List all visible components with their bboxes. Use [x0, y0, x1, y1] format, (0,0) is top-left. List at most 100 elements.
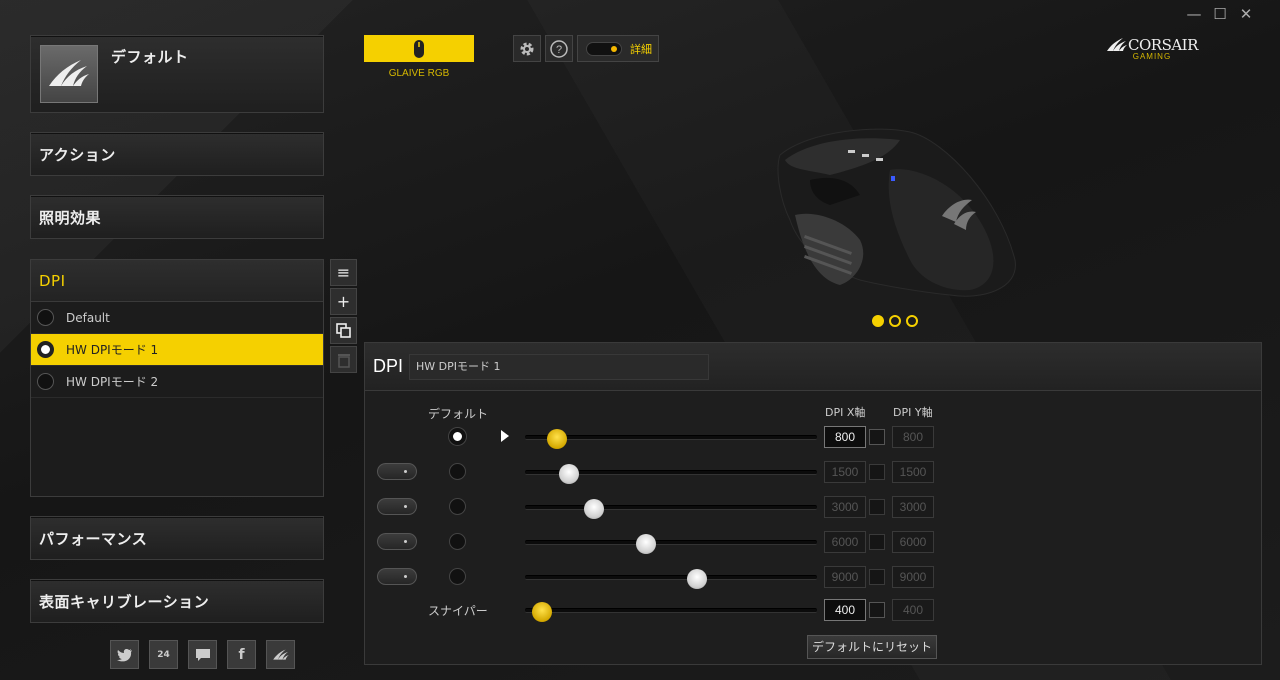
stage-y-value[interactable]: 1500 — [892, 461, 934, 483]
section-performance-label: パフォーマンス — [39, 529, 148, 548]
device-tile[interactable] — [364, 35, 474, 62]
active-stage-arrow-icon — [501, 430, 509, 442]
stage-dpi-slider[interactable] — [525, 569, 817, 589]
mode-name-field[interactable]: HW DPIモード 1 — [409, 353, 710, 380]
stage-x-value[interactable]: 9000 — [824, 566, 866, 588]
stage-x-value[interactable]: 800 — [824, 426, 866, 448]
close-icon[interactable]: ✕ — [1238, 6, 1254, 22]
dpi-x-column-label: DPI X軸 — [825, 406, 866, 419]
dpi-mode-item[interactable]: HW DPIモード 2 — [31, 366, 323, 398]
twitter-icon[interactable] — [110, 640, 139, 669]
stage-dpi-slider[interactable] — [525, 534, 817, 554]
corsair-sails-icon[interactable] — [266, 640, 295, 669]
help-icon: ? — [550, 39, 568, 58]
section-actions-label: アクション — [39, 145, 116, 164]
stage-x-value[interactable]: 3000 — [824, 496, 866, 518]
section-performance[interactable]: パフォーマンス — [30, 516, 324, 560]
stage-link-checkbox[interactable] — [869, 569, 885, 585]
dpi-stage-row: 9000 9000 — [365, 566, 1263, 589]
carousel-dot[interactable] — [872, 315, 884, 327]
section-calibration[interactable]: 表面キャリブレーション — [30, 579, 324, 623]
stage-link-checkbox[interactable] — [869, 499, 885, 515]
stage-slider-knob[interactable] — [687, 569, 708, 589]
stage-y-value[interactable]: 6000 — [892, 531, 934, 553]
minimize-icon[interactable]: — — [1186, 6, 1202, 22]
dpi-mode-item[interactable]: HW DPIモード 1 — [31, 334, 323, 366]
dpi-mode-tools: ≡ + — [330, 259, 357, 373]
stage-link-checkbox[interactable] — [869, 464, 885, 480]
stage-dpi-slider[interactable] — [525, 464, 817, 484]
section-dpi-header[interactable]: DPI — [31, 260, 323, 302]
social-links: 24 f — [110, 640, 295, 669]
section-actions[interactable]: アクション — [30, 132, 324, 176]
details-toggle[interactable]: 詳細 — [577, 35, 659, 62]
sniper-link-checkbox[interactable] — [869, 602, 885, 618]
add-icon[interactable]: + — [330, 288, 357, 315]
profile-name: デフォルト — [111, 48, 189, 66]
radio-icon[interactable] — [37, 341, 54, 358]
dpi-mode-label: Default — [66, 310, 110, 325]
dpi-mode-label: HW DPIモード 1 — [66, 343, 159, 357]
sniper-slider[interactable] — [525, 602, 817, 622]
stage-slider-knob[interactable] — [584, 499, 605, 519]
dpi-mode-list: Default HW DPIモード 1 HW DPIモード 2 — [31, 302, 323, 398]
stage-default-radio[interactable] — [449, 428, 466, 445]
corsair-sails-icon — [49, 60, 89, 86]
stage-default-radio[interactable] — [449, 463, 466, 480]
stage-default-radio[interactable] — [449, 498, 466, 515]
stage-slider-knob[interactable] — [546, 429, 567, 449]
stage-enable-toggle[interactable] — [377, 568, 417, 585]
stage-x-value[interactable]: 1500 — [824, 461, 866, 483]
mouse-image — [777, 128, 1016, 297]
corsair-sails-icon — [1107, 38, 1127, 51]
stage-y-value[interactable]: 3000 — [892, 496, 934, 518]
facebook-icon[interactable]: f — [227, 640, 256, 669]
radio-icon[interactable] — [37, 373, 54, 390]
stage-slider-knob[interactable] — [635, 534, 656, 554]
menu-icon[interactable]: ≡ — [330, 259, 357, 286]
stage-link-checkbox[interactable] — [869, 534, 885, 550]
details-label: 詳細 — [630, 42, 652, 56]
stage-enable-toggle[interactable] — [377, 533, 417, 550]
stage-enable-toggle[interactable] — [377, 463, 417, 480]
dpi-stage-row: 800 800 — [365, 426, 1263, 449]
stage-y-value[interactable]: 9000 — [892, 566, 934, 588]
brand-sub: GAMING — [1132, 52, 1172, 61]
stage-x-value[interactable]: 6000 — [824, 531, 866, 553]
toggle-switch — [586, 41, 622, 56]
stage-slider-knob[interactable] — [558, 464, 579, 484]
duplicate-icon[interactable] — [330, 317, 357, 344]
dpi-mode-item[interactable]: Default — [31, 302, 323, 334]
stage-dpi-slider[interactable] — [525, 429, 817, 449]
reset-default-button[interactable]: デフォルトにリセット — [807, 635, 937, 659]
profile-panel[interactable]: デフォルト — [30, 35, 324, 113]
dpi-y-column-label: DPI Y軸 — [893, 406, 933, 419]
sniper-y-value[interactable]: 400 — [892, 599, 934, 621]
stage-dpi-slider[interactable] — [525, 499, 817, 519]
mouse-device-icon — [414, 39, 424, 58]
maximize-icon[interactable]: ☐ — [1212, 6, 1228, 22]
carousel-dot[interactable] — [906, 315, 918, 327]
sniper-row: 400 400 — [365, 599, 1263, 622]
support-24-icon[interactable]: 24 — [149, 640, 178, 669]
profile-logo — [40, 45, 98, 103]
stage-y-value[interactable]: 800 — [892, 426, 934, 448]
dpi-main-header: DPI HW DPIモード 1 — [365, 343, 1261, 391]
device-name: GLAIVE RGB — [388, 68, 450, 79]
carousel-dot[interactable] — [889, 315, 901, 327]
stage-default-radio[interactable] — [449, 568, 466, 585]
dpi-stage-row: 1500 1500 — [365, 461, 1263, 484]
stage-default-radio[interactable] — [449, 533, 466, 550]
radio-icon[interactable] — [37, 309, 54, 326]
section-dpi-label: DPI — [39, 271, 66, 290]
stage-link-checkbox[interactable] — [869, 429, 885, 445]
sniper-slider-knob[interactable] — [531, 602, 552, 622]
help-button[interactable]: ? — [545, 35, 573, 62]
trash-icon[interactable] — [330, 346, 357, 373]
stage-enable-toggle[interactable] — [377, 498, 417, 515]
sniper-x-value[interactable]: 400 — [824, 599, 866, 621]
corsair-logo: CORSAIR GAMING — [1106, 36, 1198, 61]
chat-icon[interactable] — [188, 640, 217, 669]
section-lighting[interactable]: 照明効果 — [30, 195, 324, 239]
settings-button[interactable] — [513, 35, 541, 62]
